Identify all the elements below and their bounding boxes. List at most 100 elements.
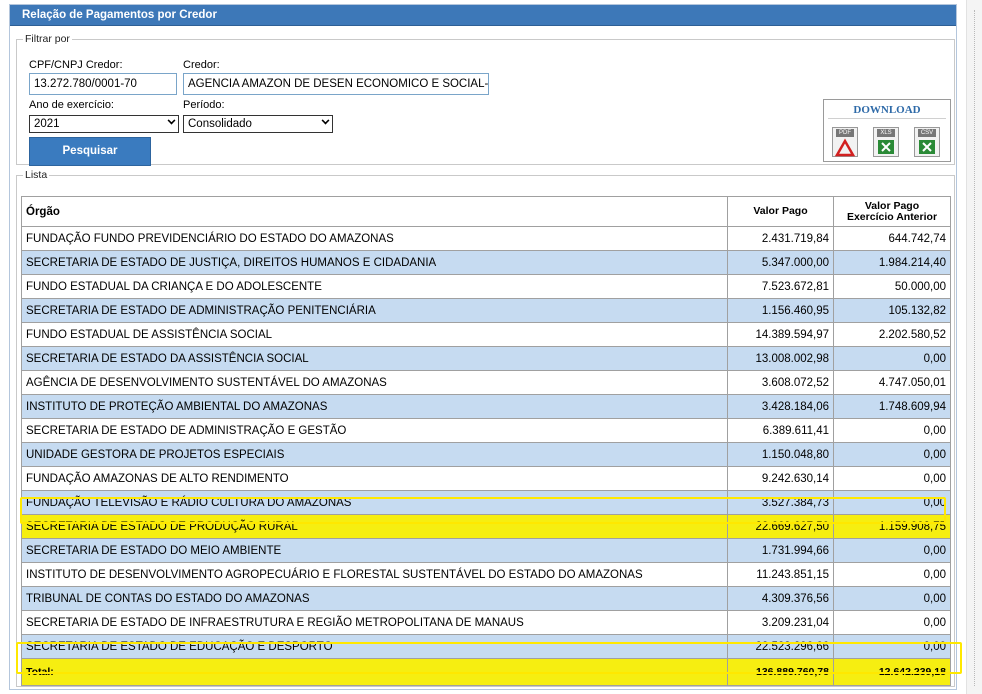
page-scrollbar[interactable] <box>966 0 982 694</box>
cell-valor-anterior: 0,00 <box>833 586 951 611</box>
table-row: SECRETARIA DE ESTADO DE EDUCAÇÃO E DESPO… <box>21 634 951 659</box>
ano-label: Ano de exercício: <box>29 99 114 111</box>
cell-valor-pago: 1.156.460,95 <box>727 298 834 323</box>
cell-valor-pago: 4.309.376,56 <box>727 586 834 611</box>
cell-orgao: SECRETARIA DE ESTADO DE ADMINISTRAÇÃO PE… <box>21 298 728 323</box>
table-row: UNIDADE GESTORA DE PROJETOS ESPECIAIS 1.1… <box>21 442 951 467</box>
cell-valor-anterior: 1.748.609,94 <box>833 394 951 419</box>
cell-orgao: SECRETARIA DE ESTADO DA ASSISTÊNCIA SOCI… <box>21 346 728 371</box>
cell-valor-anterior: 0,00 <box>833 610 951 635</box>
panel-title: Relação de Pagamentos por Credor <box>10 5 956 26</box>
pdf-glyph-icon <box>834 138 856 157</box>
cell-valor-pago: 3.428.184,06 <box>727 394 834 419</box>
pdf-icon[interactable]: PDF <box>832 127 858 157</box>
credor-input[interactable]: AGENCIA AMAZON DE DESEN ECONOMICO E SOCI… <box>183 73 489 95</box>
table-row: FUNDAÇÃO FUNDO PREVIDENCIÁRIO DO ESTADO … <box>21 226 951 251</box>
filter-fieldset: Filtrar por CPF/CNPJ Credor: 13.272.780/… <box>16 33 955 166</box>
cell-valor-pago: 2.431.719,84 <box>727 226 834 251</box>
cell-valor-anterior: 2.202.580,52 <box>833 322 951 347</box>
cell-orgao: SECRETARIA DE ESTADO DO MEIO AMBIENTE <box>21 538 728 563</box>
cell-valor-anterior: 0,00 <box>833 442 951 467</box>
ano-select-value: 2021 <box>34 118 60 130</box>
col-valor-pago[interactable]: Valor Pago <box>727 196 834 227</box>
table-row: SECRETARIA DE ESTADO DA ASSISTÊNCIA SOCI… <box>21 346 951 371</box>
cell-valor-anterior: 0,00 <box>833 562 951 587</box>
cell-valor-pago: 11.243.851,15 <box>727 562 834 587</box>
csv-glyph-icon <box>919 140 935 154</box>
cell-orgao: INSTITUTO DE DESENVOLVIMENTO AGROPECUÁRI… <box>21 562 728 587</box>
table-row: FUNDAÇÃO AMAZONAS DE ALTO RENDIMENTO 9.24… <box>21 466 951 491</box>
cell-valor-anterior: 4.747.050,01 <box>833 370 951 395</box>
scrollbar-track <box>974 10 975 686</box>
xls-icon[interactable]: XLS <box>873 127 899 157</box>
table-row: SECRETARIA DE ESTADO DO MEIO AMBIENTE 1.7… <box>21 538 951 563</box>
table-row: INSTITUTO DE PROTEÇÃO AMBIENTAL DO AMAZO… <box>21 394 951 419</box>
cell-valor-anterior: 105.132,82 <box>833 298 951 323</box>
cell-valor-anterior: 0,00 <box>833 466 951 491</box>
total-label: Total: <box>21 658 728 686</box>
cell-valor-anterior: 1.159.908,75 <box>833 514 951 539</box>
download-box: DOWNLOAD PDF XLS CSV <box>823 99 951 162</box>
cell-valor-pago: 3.608.072,52 <box>727 370 834 395</box>
cell-valor-pago: 1.731.994,66 <box>727 538 834 563</box>
table-row: SECRETARIA DE ESTADO DE ADMINISTRAÇÃO PE… <box>21 298 951 323</box>
table-row: FUNDO ESTADUAL DE ASSISTÊNCIA SOCIAL 14.3… <box>21 322 951 347</box>
payments-panel: Relação de Pagamentos por Credor Filtrar… <box>9 4 957 690</box>
cell-valor-anterior: 0,00 <box>833 418 951 443</box>
cell-orgao: FUNDAÇÃO AMAZONAS DE ALTO RENDIMENTO <box>21 466 728 491</box>
cell-valor-pago: 13.008.002,98 <box>727 346 834 371</box>
csv-icon-tag: CSV <box>918 129 936 137</box>
table-header-row: Órgão Valor Pago Valor Pago Exercício An… <box>21 196 951 227</box>
table-row: SECRETARIA DE ESTADO DE PRODUÇÃO RURAL 22… <box>21 514 951 539</box>
cell-valor-pago: 9.242.630,14 <box>727 466 834 491</box>
cell-valor-pago: 1.150.048,80 <box>727 442 834 467</box>
cell-valor-pago: 6.389.611,41 <box>727 418 834 443</box>
cell-valor-anterior: 0,00 <box>833 346 951 371</box>
csv-icon[interactable]: CSV <box>914 127 940 157</box>
col-orgao[interactable]: Órgão <box>21 196 728 227</box>
table-row: FUNDO ESTADUAL DA CRIANÇA E DO ADOLESCEN… <box>21 274 951 299</box>
lista-legend: Lista <box>25 169 48 181</box>
xls-icon-tag: XLS <box>877 129 895 137</box>
total-valor-anterior: 12.642.239,18 <box>833 658 951 686</box>
cell-valor-anterior: 0,00 <box>833 490 951 515</box>
col-valor-anterior-line2: Exercício Anterior <box>846 210 938 223</box>
periodo-select[interactable]: Consolidado <box>183 115 333 133</box>
total-valor-pago: 136.889.760,78 <box>727 658 834 686</box>
filter-legend: Filtrar por <box>25 33 70 45</box>
cell-orgao: SECRETARIA DE ESTADO DE PRODUÇÃO RURAL <box>21 514 728 539</box>
cell-valor-pago: 14.389.594,97 <box>727 322 834 347</box>
cell-valor-pago: 22.669.627,50 <box>727 514 834 539</box>
cell-orgao: SECRETARIA DE ESTADO DE ADMINISTRAÇÃO E … <box>21 418 728 443</box>
cell-orgao: UNIDADE GESTORA DE PROJETOS ESPECIAIS <box>21 442 728 467</box>
periodo-label: Período: <box>183 99 225 111</box>
search-button[interactable]: Pesquisar <box>29 137 151 166</box>
payments-table: Órgão Valor Pago Valor Pago Exercício An… <box>21 196 951 686</box>
cell-valor-pago: 7.523.672,81 <box>727 274 834 299</box>
ano-select[interactable]: 2021 <box>29 115 179 133</box>
cell-orgao: INSTITUTO DE PROTEÇÃO AMBIENTAL DO AMAZO… <box>21 394 728 419</box>
cell-valor-anterior: 0,00 <box>833 538 951 563</box>
cell-orgao: FUNDAÇÃO FUNDO PREVIDENCIÁRIO DO ESTADO … <box>21 226 728 251</box>
cell-orgao: TRIBUNAL DE CONTAS DO ESTADO DO AMAZONAS <box>21 586 728 611</box>
cpf-input[interactable]: 13.272.780/0001-70 <box>29 73 177 95</box>
cell-orgao: FUNDO ESTADUAL DA CRIANÇA E DO ADOLESCEN… <box>21 274 728 299</box>
periodo-select-value: Consolidado <box>188 118 252 130</box>
cell-valor-anterior: 1.984.214,40 <box>833 250 951 275</box>
xls-glyph-icon <box>878 140 894 154</box>
download-title: DOWNLOAD <box>828 104 946 119</box>
total-row: Total: 136.889.760,78 12.642.239,18 <box>21 658 951 686</box>
cell-orgao: SECRETARIA DE ESTADO DE JUSTIÇA, DIREITO… <box>21 250 728 275</box>
credor-label: Credor: <box>183 59 220 71</box>
cell-orgao: SECRETARIA DE ESTADO DE EDUCAÇÃO E DESPO… <box>21 634 728 659</box>
cell-valor-anterior: 50.000,00 <box>833 274 951 299</box>
table-row: SECRETARIA DE ESTADO DE ADMINISTRAÇÃO E … <box>21 418 951 443</box>
col-valor-anterior[interactable]: Valor Pago Exercício Anterior <box>833 196 951 227</box>
pdf-icon-tag: PDF <box>836 129 854 137</box>
cell-orgao: FUNDAÇÃO TELEVISÃO E RÁDIO CULTURA DO AM… <box>21 490 728 515</box>
cpf-label: CPF/CNPJ Credor: <box>29 59 123 71</box>
table-row: TRIBUNAL DE CONTAS DO ESTADO DO AMAZONAS… <box>21 586 951 611</box>
table-row: INSTITUTO DE DESENVOLVIMENTO AGROPECUÁRI… <box>21 562 951 587</box>
cell-valor-anterior: 0,00 <box>833 634 951 659</box>
chevron-down-icon <box>321 116 330 125</box>
